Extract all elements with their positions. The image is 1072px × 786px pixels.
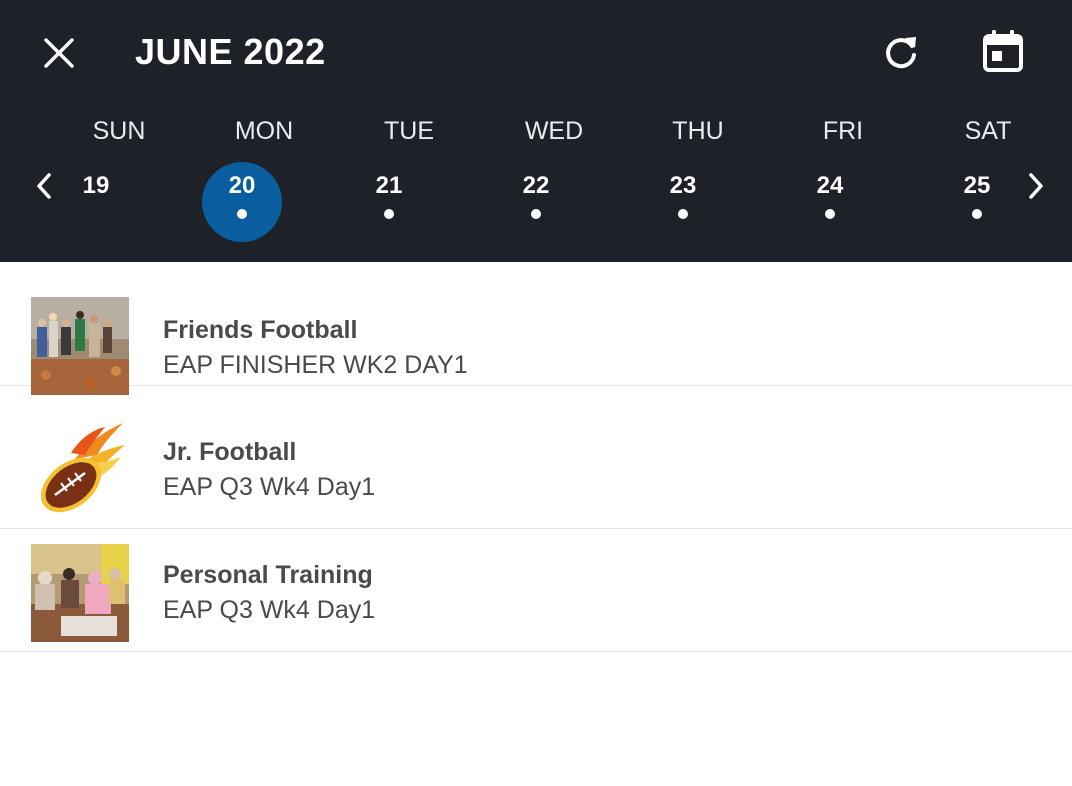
month-title: JUNE 2022 (135, 31, 326, 72)
date-number: 23 (669, 172, 697, 199)
program-thumbnail (31, 544, 129, 642)
group-photo (31, 297, 129, 395)
date-23[interactable]: 23 (643, 162, 723, 242)
day-of-week-thu: THU (672, 117, 724, 145)
date-number: 21 (375, 172, 403, 199)
day-of-week-wed: WED (524, 117, 584, 145)
flaming-football-icon (40, 423, 125, 513)
next-week-button[interactable] (1020, 170, 1052, 202)
day-of-week-sat: SAT (964, 117, 1012, 145)
program-title: Personal Training (163, 561, 373, 589)
close-button[interactable] (38, 32, 80, 74)
chevron-right-icon (1029, 173, 1043, 199)
date-24[interactable]: 24 (790, 162, 870, 242)
event-dot (531, 209, 541, 219)
program-thumbnail (31, 419, 129, 517)
date-20-selected[interactable]: 20 (202, 162, 282, 242)
date-number: 25 (963, 172, 991, 199)
calendar-header: JUNE 2022 SUN MON TUE WED THU FRI SAT 19… (0, 0, 1072, 262)
program-row-personal-training[interactable]: Personal Training EAP Q3 Wk4 Day1 (0, 528, 1072, 652)
refresh-icon (886, 37, 916, 69)
date-number: 22 (522, 172, 550, 199)
close-icon (44, 38, 74, 68)
date-19[interactable]: 19 (56, 162, 136, 242)
date-number: 20 (228, 172, 256, 199)
refresh-button[interactable] (878, 30, 924, 76)
program-row-jr-football[interactable]: Jr. Football EAP Q3 Wk4 Day1 (0, 405, 1072, 529)
program-title: Friends Football (163, 316, 358, 344)
program-subtitle: EAP Q3 Wk4 Day1 (163, 596, 376, 624)
program-subtitle: EAP Q3 Wk4 Day1 (163, 473, 376, 501)
date-21[interactable]: 21 (349, 162, 429, 242)
program-title: Jr. Football (163, 438, 297, 466)
program-row-friends-football[interactable]: Friends Football EAP FINISHER WK2 DAY1 (0, 262, 1072, 395)
day-of-week-sun: SUN (92, 117, 146, 145)
event-dot (384, 209, 394, 219)
event-dot (825, 209, 835, 219)
day-of-week-fri: FRI (822, 117, 864, 145)
program-subtitle: EAP FINISHER WK2 DAY1 (163, 351, 468, 379)
calendar-icon (983, 30, 1023, 72)
group-photo (31, 544, 129, 642)
chevron-left-icon (37, 173, 51, 199)
event-dot (678, 209, 688, 219)
program-thumbnail (31, 297, 129, 395)
date-number: 19 (82, 172, 110, 199)
day-of-week-tue: TUE (384, 117, 434, 145)
day-of-week-mon: MON (234, 117, 294, 145)
date-25[interactable]: 25 (937, 162, 1017, 242)
calendar-button[interactable] (979, 26, 1027, 76)
event-dot (237, 209, 247, 219)
event-dot (972, 209, 982, 219)
date-22[interactable]: 22 (496, 162, 576, 242)
date-number: 24 (816, 172, 844, 199)
